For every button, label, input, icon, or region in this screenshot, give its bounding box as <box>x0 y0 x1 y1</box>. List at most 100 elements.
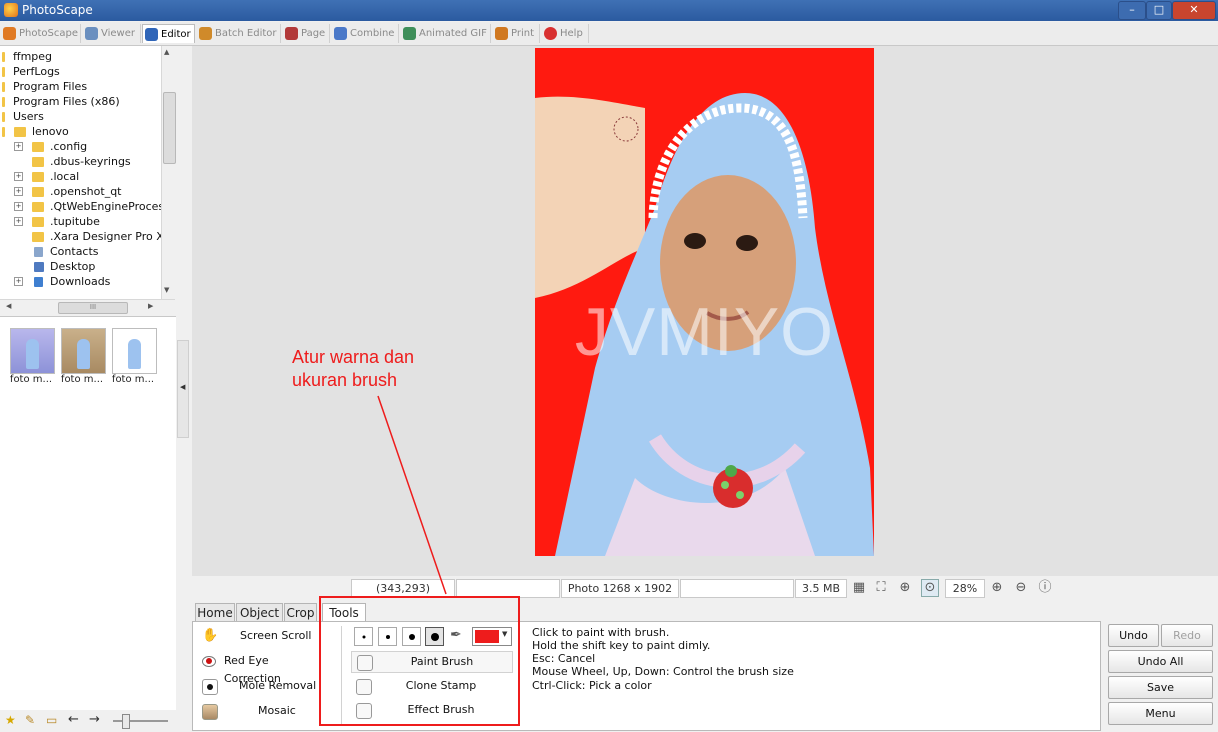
panel-collapse-handle[interactable]: ◀ <box>177 340 189 438</box>
tree-item-downloads[interactable]: + Downloads <box>14 274 110 289</box>
tab-photoscape[interactable]: PhotoScape <box>1 24 81 43</box>
eye-icon <box>202 656 216 667</box>
tree-item-lenovo[interactable]: lenovo <box>2 124 69 139</box>
main-tab-bar: PhotoScape Viewer Editor Batch Editor Pa… <box>0 22 1218 46</box>
tree-vertical-scrollbar[interactable]: ▲ ▼ <box>161 46 176 299</box>
file-size: 3.5 MB <box>795 579 847 598</box>
expand-icon[interactable]: + <box>14 172 23 181</box>
folder-icon <box>14 127 26 137</box>
thumbnail-2[interactable] <box>61 328 106 374</box>
thumbnail-1[interactable] <box>10 328 55 374</box>
viewer-icon <box>85 27 98 40</box>
folder-icon <box>2 112 5 122</box>
tree-item-perflogs[interactable]: PerfLogs <box>2 64 60 79</box>
info-icon[interactable]: ⓘ <box>1037 580 1053 596</box>
tree-item-config[interactable]: + .config <box>14 139 87 154</box>
tree-hscroll-thumb[interactable]: III <box>58 302 128 314</box>
tab-home[interactable]: Home <box>195 603 235 622</box>
menu-button[interactable]: Menu <box>1108 702 1213 725</box>
zoom-out-icon[interactable]: ⊖ <box>1013 580 1029 596</box>
folder-icon <box>32 217 44 227</box>
thumbnail-pane: foto m... foto m... foto m... <box>0 316 176 711</box>
tab-page[interactable]: Page <box>283 24 330 43</box>
scroll-right-icon[interactable]: ▶ <box>148 302 153 310</box>
redo-button[interactable]: Redo <box>1161 624 1213 647</box>
folder-icon <box>2 52 5 62</box>
tree-item-users[interactable]: Users <box>2 109 44 124</box>
help-line: Hold the shift key to paint dimly. <box>532 639 711 652</box>
tab-print[interactable]: Print <box>493 24 540 43</box>
thumbnail-figure <box>77 339 90 369</box>
minimize-button[interactable]: – <box>1118 1 1146 20</box>
tree-item-program-files-x86[interactable]: Program Files (x86) <box>2 94 120 109</box>
expand-icon[interactable]: + <box>14 202 23 211</box>
maximize-button[interactable]: □ <box>1146 1 1172 20</box>
bottom-left-toolbar: ★ ✎ ▭ ← → <box>0 710 176 732</box>
mosaic-icon <box>202 704 218 720</box>
save-button[interactable]: Save <box>1108 676 1213 699</box>
expand-icon[interactable]: + <box>14 277 23 286</box>
tab-viewer[interactable]: Viewer <box>83 24 141 43</box>
scroll-down-icon[interactable]: ▼ <box>164 286 169 294</box>
thumbnail-3[interactable] <box>112 328 157 374</box>
zoom-level: 28% <box>945 579 985 598</box>
tree-scroll-thumb[interactable] <box>163 92 176 164</box>
tab-object[interactable]: Object <box>236 603 283 622</box>
tool-screen-scroll[interactable]: ✋ Screen Scroll <box>202 627 322 645</box>
star-icon[interactable]: ★ <box>5 713 16 727</box>
folder-icon <box>32 142 44 152</box>
tree-item-ffmpeg[interactable]: ffmpeg <box>2 49 52 64</box>
tab-batch-editor[interactable]: Batch Editor <box>197 24 281 43</box>
undo-button[interactable]: Undo <box>1108 624 1159 647</box>
scroll-left-icon[interactable]: ◀ <box>6 302 11 310</box>
expand-icon[interactable]: + <box>14 187 23 196</box>
tab-editor[interactable]: Editor <box>142 24 195 43</box>
tab-animated-gif[interactable]: Animated GIF <box>401 24 491 43</box>
folder-tree[interactable]: ffmpeg PerfLogs Program Files Program Fi… <box>0 46 176 299</box>
tool-mole-removal[interactable]: Mole Removal <box>202 677 322 695</box>
folder-icon <box>2 127 5 137</box>
print-icon <box>495 27 508 40</box>
zoom-fit-icon[interactable]: ⊙ <box>921 579 939 597</box>
tab-help[interactable]: Help <box>542 24 589 43</box>
tree-item-desktop[interactable]: Desktop <box>14 259 95 274</box>
open-folder-icon[interactable]: ▭ <box>46 713 57 727</box>
forward-arrow-icon[interactable]: → <box>89 712 100 727</box>
folder-icon <box>2 67 5 77</box>
tree-item-tupitube[interactable]: + .tupitube <box>14 214 100 229</box>
tree-item-program-files[interactable]: Program Files <box>2 79 87 94</box>
tree-item-local[interactable]: + .local <box>14 169 79 184</box>
tree-item-openshot-qt[interactable]: + .openshot_qt <box>14 184 122 199</box>
checker-background-icon[interactable]: ▦ <box>851 580 867 596</box>
tool-mosaic[interactable]: Mosaic <box>202 702 322 720</box>
tree-item-xara[interactable]: .Xara Designer Pro X1 <box>14 229 171 244</box>
tool-red-eye-correction[interactable]: Red Eye Correction <box>202 652 327 685</box>
folder-tools-icon[interactable]: ✎ <box>25 713 35 727</box>
photo[interactable]: JVMIYO <box>535 48 874 556</box>
tab-combine[interactable]: Combine <box>332 24 399 43</box>
scroll-up-icon[interactable]: ▲ <box>164 48 169 56</box>
expand-icon[interactable]: + <box>14 142 23 151</box>
tree-item-dbus-keyrings[interactable]: .dbus-keyrings <box>14 154 131 169</box>
title-bar: PhotoScape – □ ✕ <box>0 0 1218 21</box>
slider-thumb[interactable] <box>122 714 130 729</box>
desktop-icon <box>34 262 44 272</box>
annotation-arrow <box>377 395 447 595</box>
expand-icon[interactable]: + <box>14 217 23 226</box>
thumbnail-caption: foto m... <box>9 374 53 385</box>
tree-horizontal-scrollbar[interactable]: ◀ III ▶ <box>0 299 175 315</box>
zoom-actual-icon[interactable]: ⊕ <box>897 580 913 596</box>
close-button[interactable]: ✕ <box>1172 1 1216 20</box>
help-line: Esc: Cancel <box>532 652 596 665</box>
animated-gif-icon <box>403 27 416 40</box>
zoom-in-icon[interactable]: ⊕ <box>989 580 1005 596</box>
folder-icon <box>32 157 44 167</box>
tab-crop[interactable]: Crop <box>284 603 317 622</box>
undo-all-button[interactable]: Undo All <box>1108 650 1213 673</box>
tree-item-qtwebengine[interactable]: + .QtWebEngineProces <box>14 199 164 214</box>
folder-icon <box>32 187 44 197</box>
back-arrow-icon[interactable]: ← <box>68 712 79 727</box>
window-title: PhotoScape <box>22 3 93 17</box>
fit-to-screen-icon[interactable]: ⛶ <box>873 580 889 596</box>
tree-item-contacts[interactable]: Contacts <box>14 244 99 259</box>
